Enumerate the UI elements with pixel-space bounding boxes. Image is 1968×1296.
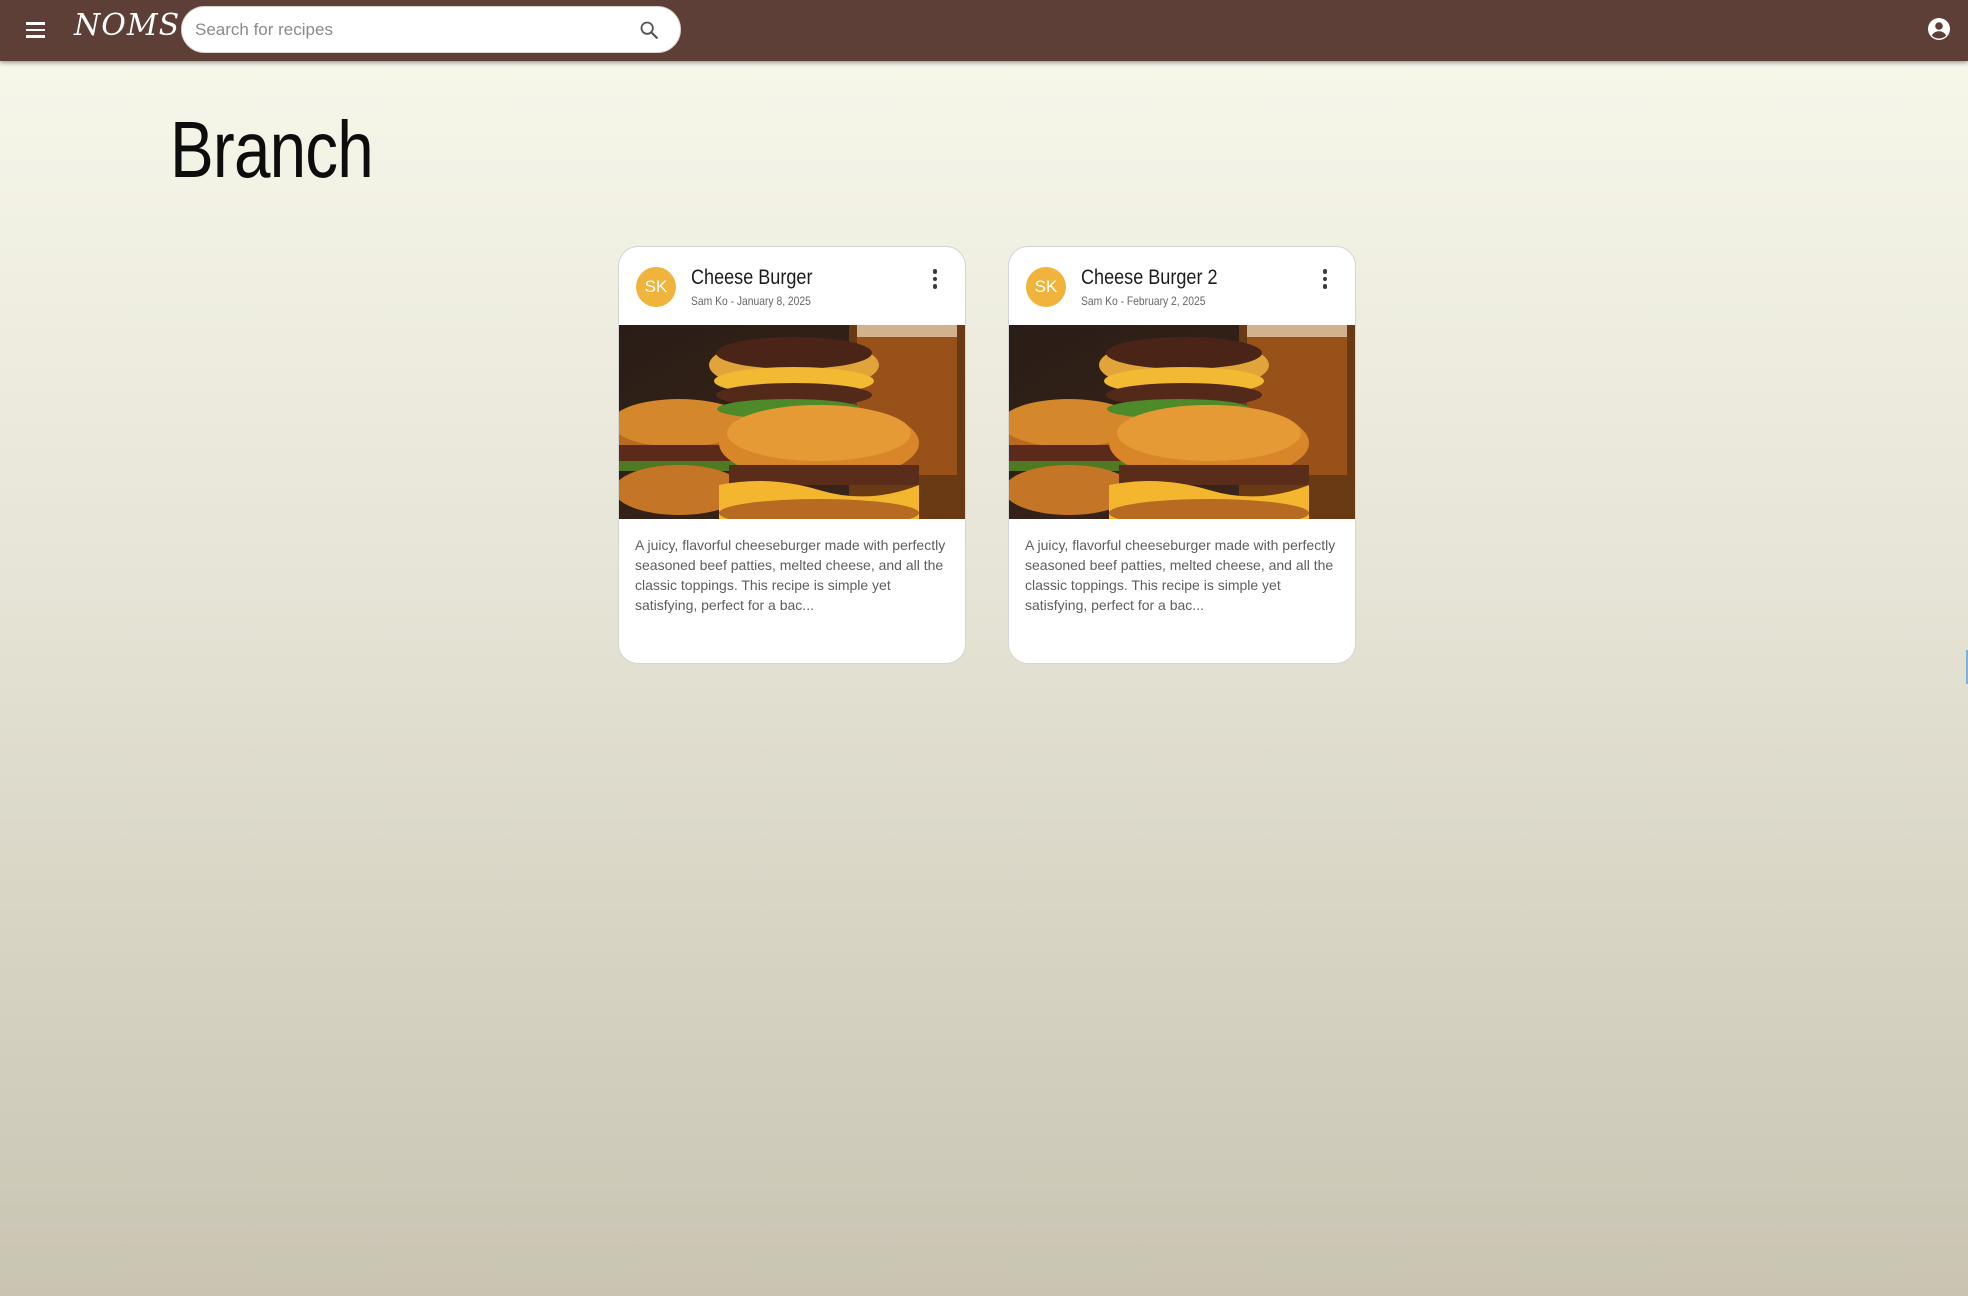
recipe-title[interactable]: Cheese Burger	[691, 266, 812, 290]
recipe-card[interactable]: SK Cheese Burger Sam Ko - January 8, 202…	[618, 246, 966, 664]
search-input[interactable]	[195, 7, 625, 52]
more-vert-icon[interactable]	[1313, 267, 1337, 291]
recipe-card[interactable]: SK Cheese Burger 2 Sam Ko - February 2, …	[1008, 246, 1356, 664]
avatar: SK	[1026, 267, 1066, 307]
recipe-meta: Sam Ko - January 8, 2025	[691, 294, 811, 308]
avatar: SK	[636, 267, 676, 307]
search-icon[interactable]	[638, 19, 660, 41]
recipe-description: A juicy, flavorful cheeseburger made wit…	[635, 537, 946, 613]
recipe-meta: Sam Ko - February 2, 2025	[1081, 294, 1206, 308]
top-app-bar: NOMS	[0, 0, 1968, 61]
menu-icon[interactable]	[20, 15, 50, 45]
more-vert-icon[interactable]	[923, 267, 947, 291]
app-logo[interactable]: NOMS	[74, 8, 180, 43]
search-bar	[181, 6, 681, 53]
recipe-image	[619, 325, 965, 519]
account-circle-icon[interactable]	[1927, 17, 1951, 41]
recipe-description: A juicy, flavorful cheeseburger made wit…	[1025, 537, 1336, 613]
recipe-image	[1009, 325, 1355, 519]
page-title: Branch	[170, 105, 374, 194]
recipe-title[interactable]: Cheese Burger 2	[1081, 266, 1218, 290]
